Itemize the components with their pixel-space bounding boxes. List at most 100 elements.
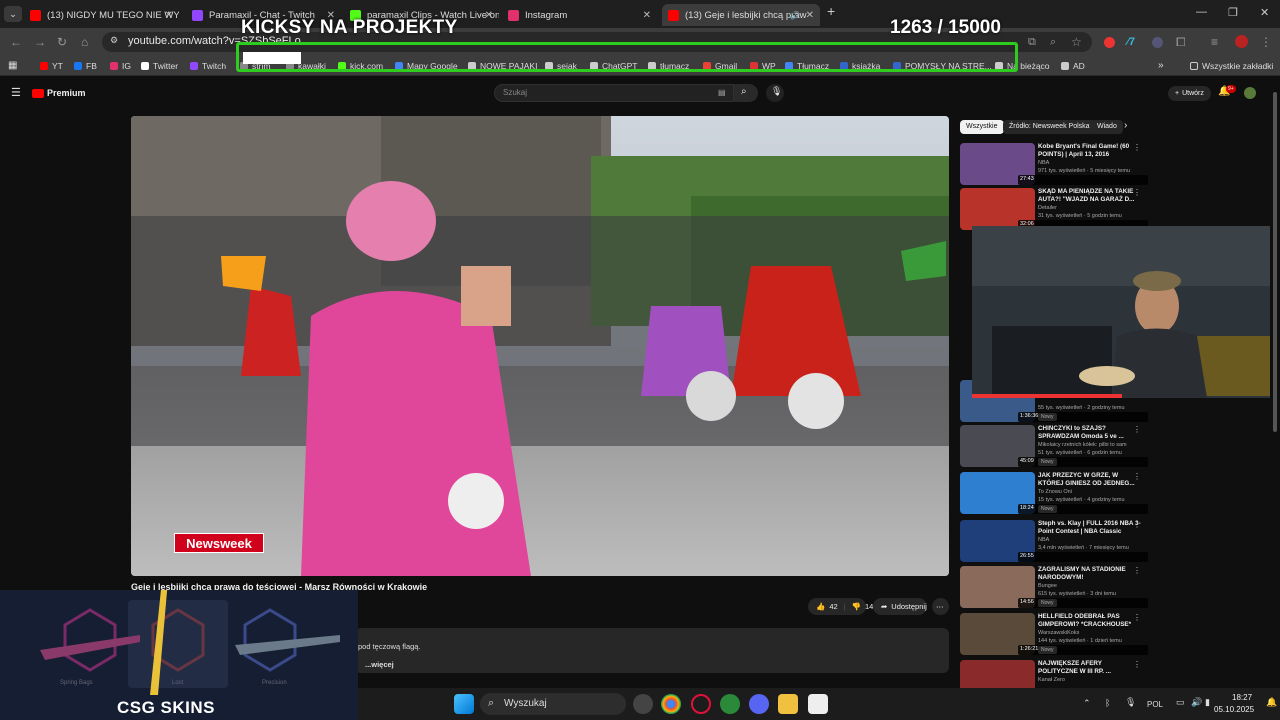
- filter-chip[interactable]: Wiado: [1091, 120, 1123, 134]
- rec-channel[interactable]: NBA: [1038, 537, 1049, 543]
- rec-title[interactable]: JAK PRZEŻYĆ W GRZE, W KTÓREJ GINIESZ OD …: [1038, 472, 1142, 488]
- taskbar-search[interactable]: ⌕ Wyszukaj: [480, 693, 626, 715]
- account-avatar[interactable]: [1244, 87, 1256, 99]
- new-tab-button[interactable]: +: [827, 3, 835, 19]
- video-player[interactable]: [131, 116, 949, 576]
- language-indicator[interactable]: POL: [1147, 700, 1163, 709]
- recommended-video[interactable]: 1:26:21 HELLFIELD ODEBRAŁ PAS GIMPEROWI? …: [960, 613, 1150, 657]
- rec-menu-icon[interactable]: ⋮: [1133, 188, 1141, 197]
- rec-channel[interactable]: Mikolaicy rzetnich kółek: pilbi to sam: [1038, 442, 1127, 448]
- extension-icon[interactable]: ⁄7: [1127, 36, 1135, 48]
- profile-avatar[interactable]: [1235, 35, 1248, 48]
- browser-tab[interactable]: (13) Geje i lesbijki chcą praw 🔊 ✕: [662, 4, 820, 26]
- browser-tab[interactable]: Instagram ✕: [502, 4, 657, 26]
- bookmark-item[interactable]: AD: [1061, 61, 1085, 71]
- scrollbar-thumb[interactable]: [1273, 92, 1277, 432]
- thumbs-up-icon[interactable]: 👍: [816, 602, 825, 611]
- rec-menu-icon[interactable]: ⋮: [1133, 520, 1141, 529]
- bookmark-star-icon[interactable]: ☆: [1071, 35, 1082, 49]
- tab-close-icon[interactable]: ✕: [165, 10, 173, 21]
- rec-title[interactable]: ZAGRALIŚMY NA STADIONIE NARODOWYM!: [1038, 566, 1142, 582]
- close-window-button[interactable]: ✕: [1260, 6, 1269, 19]
- bookmark-item[interactable]: Twitter: [141, 61, 178, 71]
- recommended-video[interactable]: 27:43 Kobe Bryant's Final Game! (60 POINT…: [960, 143, 1150, 187]
- home-icon[interactable]: ⌂: [81, 35, 88, 49]
- more-bookmarks-icon[interactable]: »: [1158, 60, 1164, 71]
- search-input[interactable]: Szukaj: [494, 84, 734, 102]
- vpn-extension-icon[interactable]: [1152, 37, 1163, 48]
- clock-date[interactable]: 05.10.2025: [1214, 705, 1254, 714]
- like-dislike-group[interactable]: 👍 42 | 👎 14: [808, 598, 873, 615]
- youtube-logo[interactable]: Premium: [32, 88, 86, 98]
- hamburger-icon[interactable]: ☰: [11, 86, 21, 99]
- tab-close-icon[interactable]: ✕: [806, 10, 814, 21]
- rec-menu-icon[interactable]: ⋮: [1133, 660, 1141, 669]
- maximize-button[interactable]: ❐: [1228, 6, 1238, 19]
- rec-menu-icon[interactable]: ⋮: [1133, 472, 1141, 481]
- browser-tab[interactable]: (13) NIGDY MU TEGO NIE WYB ✕: [24, 4, 179, 26]
- audio-icon[interactable]: 🔊: [790, 11, 800, 20]
- rec-menu-icon[interactable]: ⋮: [1133, 566, 1141, 575]
- site-info-icon[interactable]: ⚙: [110, 35, 118, 46]
- rec-title[interactable]: CHIŃCZYKI to SZAJS? SPRAWDZAM Omoda 5 ve…: [1038, 425, 1142, 441]
- forward-button[interactable]: →: [34, 35, 46, 49]
- filter-chip[interactable]: Wszystkie: [960, 120, 1004, 134]
- rec-channel[interactable]: NBA: [1038, 160, 1049, 166]
- microphone-icon[interactable]: 🎙: [1125, 697, 1136, 708]
- all-bookmarks[interactable]: Wszystkie zakładki: [1190, 61, 1273, 71]
- search-button[interactable]: ⌕: [734, 84, 758, 102]
- recommended-video[interactable]: 45:09 CHIŃCZYKI to SZAJS? SPRAWDZAM Omoda…: [960, 425, 1150, 469]
- rec-channel[interactable]: Bungee: [1038, 583, 1057, 589]
- windows-start-icon[interactable]: [454, 694, 474, 714]
- rec-channel[interactable]: Kanał Zero: [1038, 677, 1065, 683]
- rec-channel[interactable]: To Znowu Oni: [1038, 489, 1072, 495]
- back-button[interactable]: ←: [10, 35, 22, 49]
- network-icon[interactable]: ▭: [1176, 697, 1185, 708]
- rec-title[interactable]: Kobe Bryant's Final Game! (60 POINTS) | …: [1038, 143, 1142, 159]
- rec-title[interactable]: SKĄD MA PIENIĄDZE NA TAKIE AUTA?! "WJAZD…: [1038, 188, 1142, 204]
- rec-title[interactable]: Steph vs. Klay | FULL 2016 NBA 3-Point C…: [1038, 520, 1142, 536]
- rec-menu-icon[interactable]: ⋮: [1133, 425, 1141, 434]
- rec-channel[interactable]: WarszawskiKoks: [1038, 630, 1079, 636]
- reload-button[interactable]: ↻: [57, 35, 67, 49]
- page-scrollbar[interactable]: [1270, 80, 1280, 688]
- rec-menu-icon[interactable]: ⋮: [1133, 143, 1141, 152]
- more-actions-button[interactable]: ⋯: [932, 598, 949, 615]
- rec-channel[interactable]: Detailer: [1038, 205, 1057, 211]
- volume-icon[interactable]: 🔊: [1191, 697, 1202, 708]
- shield-app-icon[interactable]: [720, 694, 740, 714]
- zoom-icon[interactable]: ⌕: [1050, 36, 1056, 49]
- bookmark-item[interactable]: FB: [74, 61, 97, 71]
- bluetooth-icon[interactable]: ᛒ: [1105, 698, 1110, 708]
- rec-title[interactable]: HELLFIELD ODEBRAŁ PAS GIMPEROWI? *CRACKH…: [1038, 613, 1142, 629]
- bookmark-item[interactable]: Twitch: [190, 61, 226, 71]
- opera-icon[interactable]: [691, 694, 711, 714]
- extensions-puzzle-icon[interactable]: ⧠: [1176, 35, 1186, 50]
- browser-menu-icon[interactable]: ⋮: [1260, 35, 1272, 49]
- recommended-video[interactable]: 26:55 Steph vs. Klay | FULL 2016 NBA 3-Po…: [960, 520, 1150, 564]
- chips-next-icon[interactable]: ›: [1124, 120, 1127, 131]
- bookmark-item[interactable]: YT: [40, 61, 63, 71]
- thumbs-down-icon[interactable]: 👎: [852, 602, 861, 611]
- filter-chip[interactable]: Źródło: Newsweek Polska: [1003, 120, 1096, 134]
- obs-icon[interactable]: [633, 694, 653, 714]
- share-button[interactable]: ➦ Udostępnij: [873, 598, 927, 615]
- cast-icon[interactable]: ⧉: [1028, 36, 1036, 49]
- tab-list-button[interactable]: ⌄: [4, 6, 22, 22]
- rec-title[interactable]: NAJWIĘKSZE AFERY POLITYCZNE W III RP. ..…: [1038, 660, 1142, 676]
- app-window-icon[interactable]: [808, 694, 828, 714]
- file-explorer-icon[interactable]: [778, 694, 798, 714]
- description-box[interactable]: pod tęczową flagą. ...więcej: [355, 628, 949, 673]
- rec-menu-icon[interactable]: ⋮: [1133, 613, 1141, 622]
- tab-close-icon[interactable]: ✕: [485, 10, 493, 21]
- minimize-button[interactable]: —: [1196, 6, 1207, 18]
- notification-center-icon[interactable]: 🔔: [1266, 697, 1277, 708]
- tray-chevron-icon[interactable]: ⌃: [1083, 698, 1091, 709]
- show-more-link[interactable]: ...więcej: [365, 660, 394, 669]
- recommended-video[interactable]: 18:24 JAK PRZEŻYĆ W GRZE, W KTÓREJ GINIES…: [960, 472, 1150, 516]
- discord-icon[interactable]: [749, 694, 769, 714]
- voice-search-button[interactable]: 🎙: [766, 84, 784, 102]
- tab-close-icon[interactable]: ✕: [643, 10, 651, 21]
- create-button[interactable]: + Utwórz: [1168, 86, 1211, 101]
- record-extension-icon[interactable]: [1104, 37, 1115, 48]
